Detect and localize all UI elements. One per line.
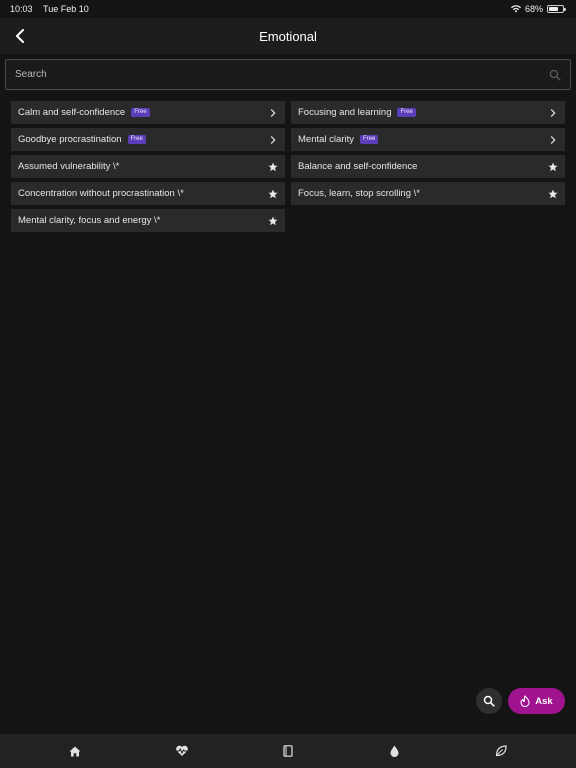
tab-heart[interactable] — [147, 734, 217, 768]
free-badge: Free — [397, 108, 416, 117]
status-left: 10:03 Tue Feb 10 — [10, 4, 89, 14]
session-item-label: Assumed vulnerability \* — [18, 161, 120, 172]
nav-bar: Emotional — [0, 18, 576, 54]
session-item[interactable]: Mental clarity Free — [291, 128, 565, 151]
ask-button[interactable]: Ask — [508, 688, 565, 714]
star-icon — [548, 162, 558, 172]
page-title: Emotional — [259, 28, 317, 44]
session-item-label: Goodbye procrastination — [18, 134, 122, 145]
wifi-icon — [510, 5, 521, 13]
free-badge: Free — [131, 108, 150, 117]
book-icon — [283, 745, 293, 757]
star-icon — [268, 189, 278, 199]
session-list: Calm and self-confidence Free Focusing and… — [11, 101, 565, 232]
tab-book[interactable] — [253, 734, 323, 768]
tab-leaf[interactable] — [466, 734, 536, 768]
session-item-label: Focusing and learning — [298, 107, 392, 118]
battery-icon — [547, 5, 566, 13]
leaf-icon — [495, 745, 507, 757]
flame-icon — [520, 695, 530, 707]
status-time: 10:03 — [10, 4, 33, 14]
chevron-right-icon — [548, 108, 558, 118]
session-item-label: Mental clarity — [298, 134, 354, 145]
floating-search-button[interactable] — [476, 688, 502, 714]
tab-home[interactable] — [40, 734, 110, 768]
session-item[interactable]: Calm and self-confidence Free — [11, 101, 285, 124]
search-input[interactable] — [15, 69, 549, 80]
session-item[interactable]: Focus, learn, stop scrolling \* — [291, 182, 565, 205]
search-box[interactable] — [5, 59, 571, 90]
drop-icon — [390, 745, 399, 757]
free-badge: Free — [127, 135, 146, 144]
session-item[interactable]: Focusing and learning Free — [291, 101, 565, 124]
chevron-right-icon — [268, 135, 278, 145]
status-date: Tue Feb 10 — [43, 4, 89, 14]
star-icon — [548, 189, 558, 199]
chevron-right-icon — [548, 135, 558, 145]
session-item-label: Concentration without procrastination \* — [18, 188, 184, 199]
heartbeat-icon — [175, 745, 188, 756]
session-item[interactable]: Concentration without procrastination \* — [11, 182, 285, 205]
status-right: 68% — [510, 4, 566, 14]
session-item[interactable]: Assumed vulnerability \* — [11, 155, 285, 178]
session-item-label: Focus, learn, stop scrolling \* — [298, 188, 420, 199]
tab-bar — [0, 734, 576, 768]
session-item[interactable]: Balance and self-confidence — [291, 155, 565, 178]
session-item-label: Balance and self-confidence — [298, 161, 418, 172]
chevron-right-icon — [268, 108, 278, 118]
home-icon — [69, 746, 81, 756]
back-button[interactable] — [10, 26, 30, 46]
battery-fill — [549, 7, 558, 11]
status-bar: 10:03 Tue Feb 10 68% — [0, 0, 576, 18]
battery-percent: 68% — [524, 4, 543, 14]
chevron-left-icon — [16, 29, 24, 43]
tab-drop[interactable] — [359, 734, 429, 768]
session-item[interactable]: Goodbye procrastination Free — [11, 128, 285, 151]
session-item-label: Mental clarity, focus and energy \* — [18, 215, 161, 226]
star-icon — [268, 216, 278, 226]
session-item-label: Calm and self-confidence — [18, 107, 126, 118]
ask-label: Ask — [535, 695, 553, 707]
session-item[interactable]: Mental clarity, focus and energy \* — [11, 209, 285, 232]
star-icon — [268, 162, 278, 172]
search-icon — [549, 69, 561, 81]
free-badge: Free — [359, 135, 379, 144]
search-icon — [483, 695, 495, 707]
